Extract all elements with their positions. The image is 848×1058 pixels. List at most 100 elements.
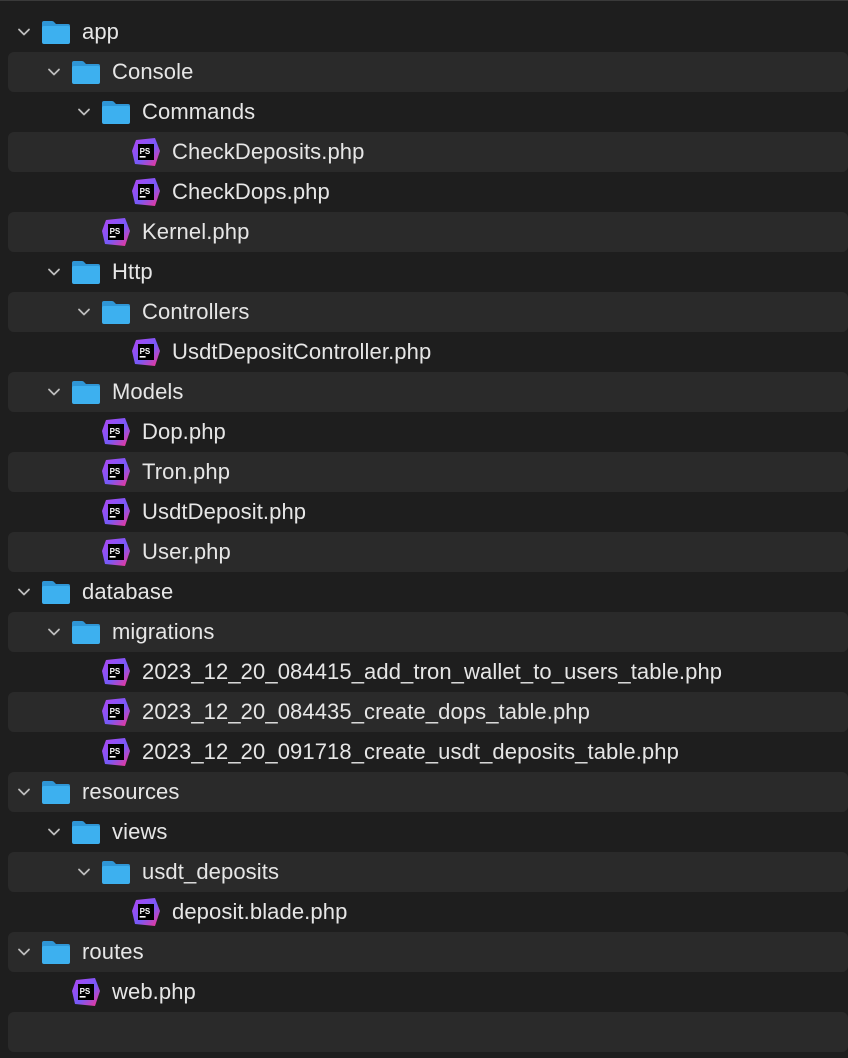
svg-text:PS: PS <box>110 547 121 556</box>
phpstorm-file-icon: PS <box>131 337 161 367</box>
folder-label: Controllers <box>142 299 250 324</box>
chevron-down-icon[interactable] <box>46 64 62 80</box>
file-label: 2023_12_20_084415_add_tron_wallet_to_use… <box>142 659 723 684</box>
file-label: UsdtDeposit.php <box>142 499 307 524</box>
folder-icon <box>71 259 101 285</box>
file-label: CheckDeposits.php <box>172 139 365 164</box>
file-label: Kernel.php <box>142 219 250 244</box>
folder-row-console[interactable]: Console <box>0 52 848 92</box>
file-label: UsdtDepositController.php <box>172 339 432 364</box>
folder-label: views <box>112 819 168 844</box>
file-row-dop-php[interactable]: PS Dop.php <box>0 412 848 452</box>
folder-row-models[interactable]: Models <box>0 372 848 412</box>
project-tree: app Console Commands PS CheckDeposits.php PS C… <box>0 12 848 1052</box>
chevron-down-icon[interactable] <box>46 624 62 640</box>
svg-text:PS: PS <box>140 187 151 196</box>
file-row-checkdeposits-php[interactable]: PS CheckDeposits.php <box>0 132 848 172</box>
file-label: web.php <box>112 979 196 1004</box>
svg-text:PS: PS <box>110 227 121 236</box>
folder-label: resources <box>82 779 180 804</box>
phpstorm-file-icon: PS <box>131 177 161 207</box>
folder-label: Console <box>112 59 194 84</box>
chevron-down-icon[interactable] <box>16 584 32 600</box>
phpstorm-file-icon: PS <box>101 457 131 487</box>
folder-label: migrations <box>112 619 215 644</box>
folder-label: Http <box>112 259 153 284</box>
svg-text:PS: PS <box>140 907 151 916</box>
chevron-down-icon[interactable] <box>76 864 92 880</box>
phpstorm-file-icon: PS <box>101 537 131 567</box>
file-row-checkdops-php[interactable]: PS CheckDops.php <box>0 172 848 212</box>
chevron-down-icon[interactable] <box>16 944 32 960</box>
folder-icon <box>71 379 101 405</box>
file-row-usdtdepositcontroller-php[interactable]: PS UsdtDepositController.php <box>0 332 848 372</box>
file-row-2023-12-20-084415-add-tron-wallet-to-users-table-php[interactable]: PS 2023_12_20_084415_add_tron_wallet_to_u… <box>0 652 848 692</box>
chevron-down-icon[interactable] <box>46 824 62 840</box>
folder-label: routes <box>82 939 144 964</box>
folder-label: database <box>82 579 174 604</box>
folder-icon <box>41 579 71 605</box>
chevron-down-icon[interactable] <box>46 384 62 400</box>
empty-tree-row <box>0 1012 848 1052</box>
chevron-down-icon[interactable] <box>76 304 92 320</box>
file-row-kernel-php[interactable]: PS Kernel.php <box>0 212 848 252</box>
phpstorm-file-icon: PS <box>101 657 131 687</box>
svg-text:PS: PS <box>140 347 151 356</box>
folder-icon <box>41 779 71 805</box>
folder-label: app <box>82 19 120 44</box>
folder-row-app[interactable]: app <box>0 12 848 52</box>
file-label: Tron.php <box>142 459 231 484</box>
svg-text:PS: PS <box>140 147 151 156</box>
chevron-down-icon[interactable] <box>46 264 62 280</box>
file-label: deposit.blade.php <box>172 899 348 924</box>
file-row-tron-php[interactable]: PS Tron.php <box>0 452 848 492</box>
folder-row-controllers[interactable]: Controllers <box>0 292 848 332</box>
phpstorm-file-icon: PS <box>101 217 131 247</box>
phpstorm-file-icon: PS <box>71 977 101 1007</box>
folder-row-views[interactable]: views <box>0 812 848 852</box>
folder-icon <box>71 59 101 85</box>
phpstorm-file-icon: PS <box>101 497 131 527</box>
folder-icon <box>101 99 131 125</box>
svg-text:PS: PS <box>110 467 121 476</box>
folder-row-usdt-deposits[interactable]: usdt_deposits <box>0 852 848 892</box>
svg-text:PS: PS <box>110 507 121 516</box>
phpstorm-file-icon: PS <box>131 897 161 927</box>
svg-text:PS: PS <box>110 747 121 756</box>
file-row-user-php[interactable]: PS User.php <box>0 532 848 572</box>
folder-row-resources[interactable]: resources <box>0 772 848 812</box>
file-row-web-php[interactable]: PS web.php <box>0 972 848 1012</box>
folder-label: usdt_deposits <box>142 859 280 884</box>
file-label: User.php <box>142 539 231 564</box>
chevron-down-icon[interactable] <box>76 104 92 120</box>
file-label: 2023_12_20_084435_create_dops_table.php <box>142 699 590 724</box>
chevron-down-icon[interactable] <box>16 784 32 800</box>
folder-row-commands[interactable]: Commands <box>0 92 848 132</box>
top-divider <box>0 0 848 1</box>
folder-label: Commands <box>142 99 256 124</box>
folder-row-database[interactable]: database <box>0 572 848 612</box>
folder-icon <box>101 299 131 325</box>
file-row-usdtdeposit-php[interactable]: PS UsdtDeposit.php <box>0 492 848 532</box>
svg-text:PS: PS <box>80 987 91 996</box>
folder-icon <box>101 859 131 885</box>
folder-row-migrations[interactable]: migrations <box>0 612 848 652</box>
folder-row-routes[interactable]: routes <box>0 932 848 972</box>
file-label: 2023_12_20_091718_create_usdt_deposits_t… <box>142 739 679 764</box>
phpstorm-file-icon: PS <box>101 697 131 727</box>
folder-row-http[interactable]: Http <box>0 252 848 292</box>
svg-text:PS: PS <box>110 707 121 716</box>
phpstorm-file-icon: PS <box>101 417 131 447</box>
svg-text:PS: PS <box>110 427 121 436</box>
chevron-down-icon[interactable] <box>16 24 32 40</box>
file-label: CheckDops.php <box>172 179 330 204</box>
folder-icon <box>41 939 71 965</box>
svg-text:PS: PS <box>110 667 121 676</box>
file-row-2023-12-20-091718-create-usdt-deposits-table-php[interactable]: PS 2023_12_20_091718_create_usdt_deposits… <box>0 732 848 772</box>
phpstorm-file-icon: PS <box>131 137 161 167</box>
folder-icon <box>71 619 101 645</box>
file-row-deposit-blade-php[interactable]: PS deposit.blade.php <box>0 892 848 932</box>
file-row-2023-12-20-084435-create-dops-table-php[interactable]: PS 2023_12_20_084435_create_dops_table.ph… <box>0 692 848 732</box>
phpstorm-file-icon: PS <box>101 737 131 767</box>
folder-label: Models <box>112 379 184 404</box>
